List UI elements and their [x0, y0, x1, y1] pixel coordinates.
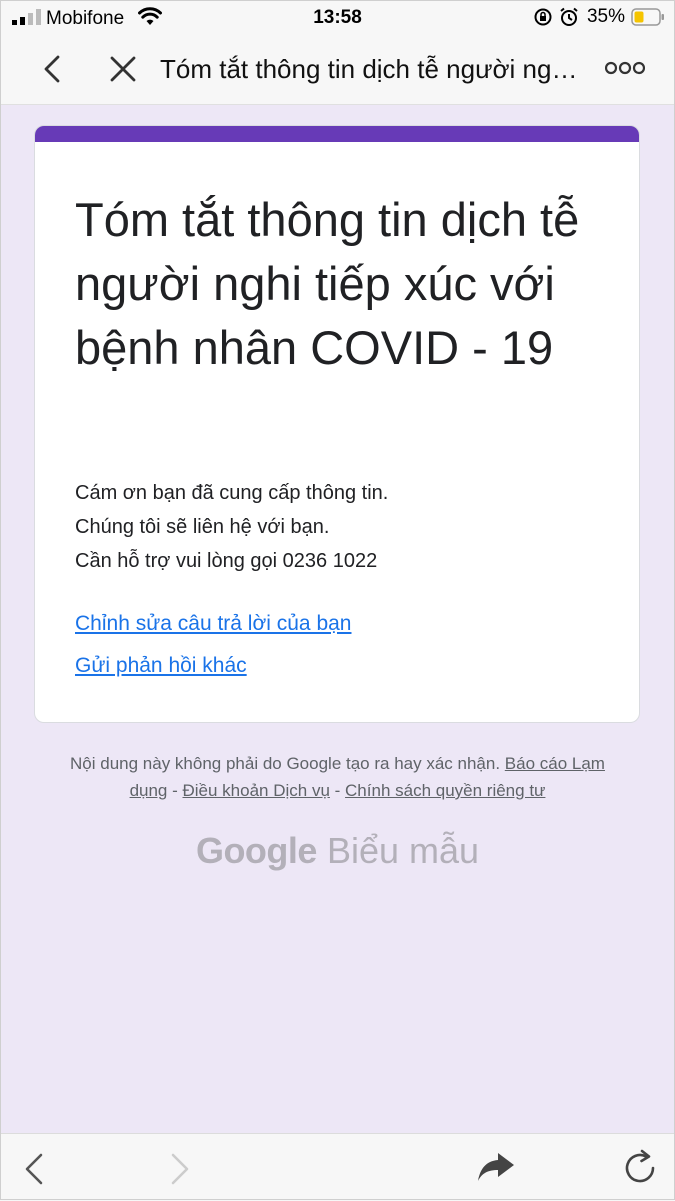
message-line: Cám ơn bạn đã cung cấp thông tin.: [75, 482, 389, 504]
alarm-icon: [560, 7, 578, 26]
confirmation-card: Tóm tắt thông tin dịch tễ người nghi tiế…: [34, 125, 640, 723]
message-line: Chúng tôi sẽ liên hệ với bạn.: [75, 516, 330, 538]
privacy-link[interactable]: Chính sách quyền riêng tư: [345, 781, 545, 800]
browser-forward-icon[interactable]: [164, 1152, 194, 1186]
back-chevron-icon[interactable]: [36, 52, 70, 86]
card-accent-bar: [35, 126, 639, 142]
rotation-lock-icon: [534, 8, 552, 26]
form-title: Tóm tắt thông tin dịch tễ người nghi tiế…: [75, 193, 580, 374]
status-right-group: 35%: [533, 6, 665, 28]
battery-icon: [631, 8, 664, 26]
submit-another-link[interactable]: Gửi phản hồi khác: [75, 654, 247, 678]
form-content: Tóm tắt thông tin dịch tễ người nghi tiế…: [0, 105, 675, 1133]
separator: -: [329, 781, 346, 800]
status-bar: Mobifone 13:58 35%: [0, 0, 675, 36]
page-title: Tóm tắt thông tin dịch tễ người nghi tiế…: [160, 54, 590, 84]
terms-link[interactable]: Điều khoản Dịch vụ: [183, 781, 330, 800]
refresh-icon[interactable]: [620, 1148, 660, 1188]
google-forms-logo[interactable]: Google Biểu mẫu: [0, 830, 675, 872]
logo-google-text: Google: [195, 830, 318, 871]
battery-percent: 35%: [586, 6, 625, 27]
separator: -: [167, 781, 183, 800]
browser-back-icon[interactable]: [20, 1152, 50, 1186]
nav-bar: Tóm tắt thông tin dịch tễ người nghi tiế…: [0, 36, 675, 105]
disclaimer-text: Nội dung này không phải do Google tạo ra…: [70, 754, 501, 773]
close-icon[interactable]: [106, 52, 140, 86]
confirmation-message: Cám ơn bạn đã cung cấp thông tin. Chúng …: [75, 476, 615, 578]
more-options-icon[interactable]: [605, 60, 645, 76]
browser-toolbar: [0, 1133, 675, 1201]
logo-forms-text: Biểu mẫu: [326, 830, 480, 871]
message-line: Cần hỗ trợ vui lòng gọi 0236 1022: [75, 550, 378, 572]
edit-response-link[interactable]: Chỉnh sửa câu trả lời của bạn: [75, 612, 351, 636]
disclaimer: Nội dung này không phải do Google tạo ra…: [50, 750, 625, 804]
share-icon[interactable]: [476, 1150, 516, 1184]
